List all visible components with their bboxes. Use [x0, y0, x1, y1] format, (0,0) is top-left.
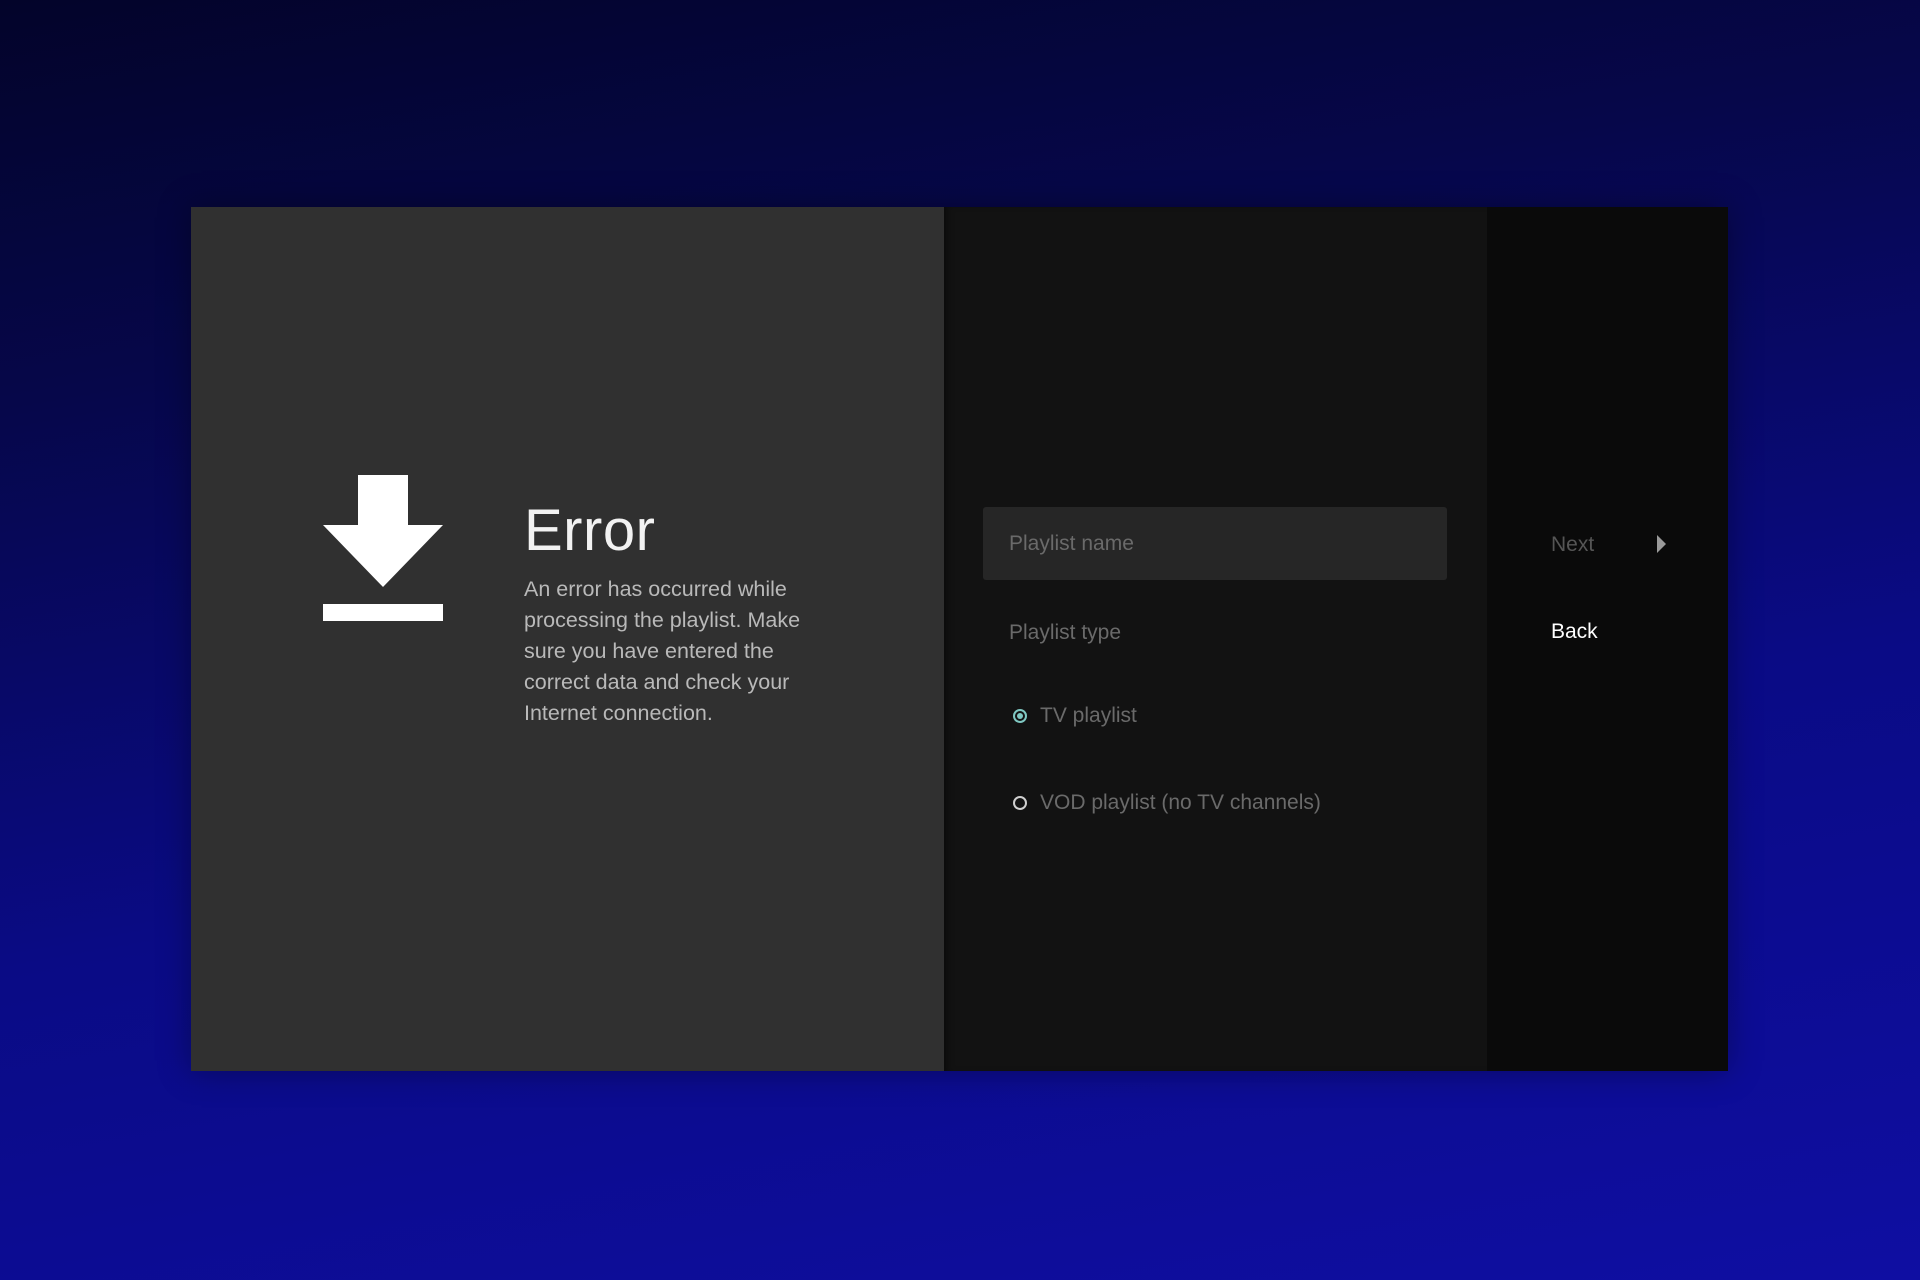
- next-label: Next: [1551, 533, 1595, 556]
- radio-option-tv-playlist[interactable]: TV playlist: [1013, 704, 1137, 728]
- guidance-panel: Error An error has occurred while proces…: [191, 207, 944, 1071]
- playlist-form: Playlist type TV playlist VOD playlist (…: [944, 207, 1487, 1071]
- playlist-error-dialog: Error An error has occurred while proces…: [191, 207, 1728, 1071]
- back-button[interactable]: Back: [1551, 620, 1598, 644]
- radio-option-label: VOD playlist (no TV channels): [1040, 791, 1321, 814]
- chevron-right-icon: [1657, 535, 1666, 553]
- radio-checked-icon: [1013, 709, 1027, 723]
- next-button[interactable]: Next: [1551, 533, 1594, 557]
- download-icon: [323, 475, 443, 621]
- radio-option-vod-playlist[interactable]: VOD playlist (no TV channels): [1013, 791, 1321, 815]
- error-title: Error: [524, 498, 656, 563]
- playlist-type-label: Playlist type: [1009, 621, 1122, 644]
- actions-panel: Next Back: [1487, 207, 1728, 1071]
- radio-unchecked-icon: [1013, 796, 1027, 810]
- playlist-name-input[interactable]: [983, 507, 1447, 580]
- back-label: Back: [1551, 620, 1598, 643]
- radio-option-label: TV playlist: [1040, 704, 1137, 727]
- error-message: An error has occurred while processing t…: [524, 577, 801, 725]
